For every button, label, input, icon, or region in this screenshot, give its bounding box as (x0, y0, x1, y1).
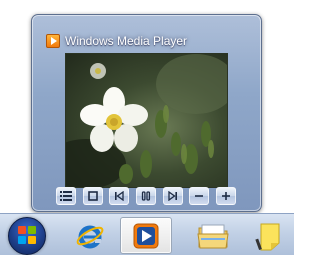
taskbar-item-sticky-notes[interactable] (246, 217, 290, 254)
previous-track-icon (115, 191, 124, 201)
pause-icon (141, 191, 151, 201)
pause-button[interactable] (135, 187, 156, 205)
volume-up-button[interactable] (215, 187, 236, 205)
taskbar-item-internet-explorer[interactable] (66, 217, 114, 254)
taskbar (0, 213, 294, 255)
windows-logo-icon (18, 226, 36, 244)
thumbnail-title: Windows Media Player (65, 34, 188, 48)
video-preview[interactable] (65, 53, 228, 188)
media-player-thumbnail[interactable]: Windows Media Player (31, 14, 262, 212)
thumbnail-toolbar (56, 186, 236, 206)
media-player-icon (133, 223, 159, 248)
start-button[interactable] (8, 217, 46, 255)
flower-photo (66, 54, 227, 187)
taskbar-item-windows-explorer[interactable] (189, 217, 237, 254)
taskbar-item-windows-media-player[interactable] (120, 217, 172, 254)
previous-track-button[interactable] (109, 187, 130, 205)
stop-icon (87, 191, 98, 201)
minus-icon (195, 195, 204, 197)
internet-explorer-icon (76, 225, 104, 248)
wmp-play-icon (46, 34, 60, 48)
stop-button[interactable] (82, 187, 103, 205)
list-icon (60, 191, 72, 201)
thumbnail-title-bar: Windows Media Player (46, 32, 187, 50)
now-playing-list-button[interactable] (56, 187, 76, 205)
next-track-icon (167, 191, 177, 201)
next-track-button[interactable] (162, 187, 183, 205)
sticky-note-icon (255, 223, 280, 250)
folder-icon (197, 224, 229, 248)
volume-down-button[interactable] (189, 187, 210, 205)
plus-icon (221, 192, 230, 200)
